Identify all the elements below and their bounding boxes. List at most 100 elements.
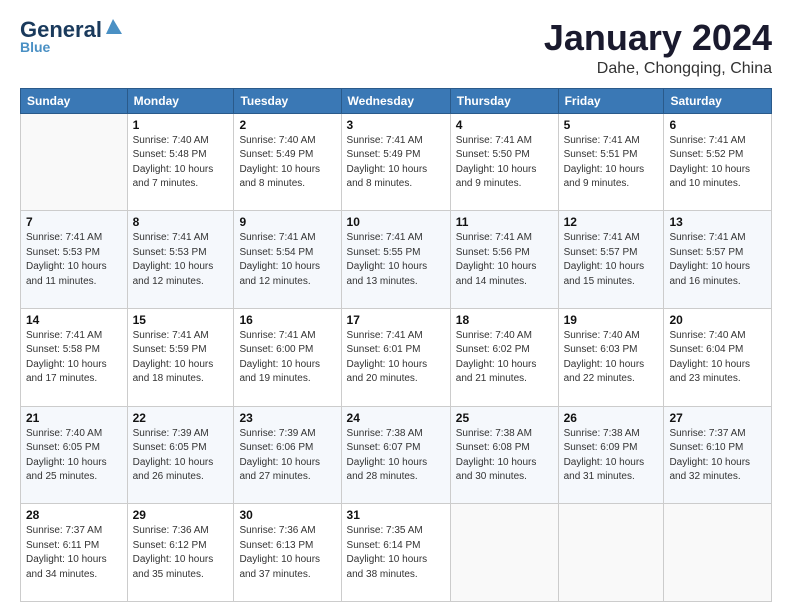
day-info: Sunrise: 7:39 AM Sunset: 6:05 PM Dayligh… bbox=[133, 427, 229, 485]
logo-blue: Blue bbox=[20, 39, 50, 55]
table-row: 12 Sunrise: 7:41 AM Sunset: 5:57 PM Dayli… bbox=[558, 211, 664, 309]
day-number: 27 bbox=[669, 411, 766, 425]
day-info: Sunrise: 7:39 AM Sunset: 6:06 PM Dayligh… bbox=[239, 427, 335, 485]
day-info: Sunrise: 7:41 AM Sunset: 6:00 PM Dayligh… bbox=[239, 329, 335, 387]
month-title: January 2024 bbox=[544, 18, 772, 58]
day-info: Sunrise: 7:38 AM Sunset: 6:07 PM Dayligh… bbox=[347, 427, 445, 485]
table-row: 2Sunrise: 7:40 AM Sunset: 5:49 PM Daylig… bbox=[234, 113, 341, 211]
day-number: 6 bbox=[669, 118, 766, 132]
day-number: 15 bbox=[133, 313, 229, 327]
day-number: 31 bbox=[347, 508, 445, 522]
table-row: 22 Sunrise: 7:39 AM Sunset: 6:05 PM Dayli… bbox=[127, 406, 234, 504]
table-row: 23 Sunrise: 7:39 AM Sunset: 6:06 PM Dayli… bbox=[234, 406, 341, 504]
day-info: Sunrise: 7:40 AM Sunset: 6:05 PM Dayligh… bbox=[26, 427, 122, 485]
day-info: Sunrise: 7:38 AM Sunset: 6:09 PM Dayligh… bbox=[564, 427, 659, 485]
logo: General Blue bbox=[20, 18, 122, 55]
day-number: 16 bbox=[239, 313, 335, 327]
calendar-table: Sunday Monday Tuesday Wednesday Thursday… bbox=[20, 88, 772, 602]
table-row: 16 Sunrise: 7:41 AM Sunset: 6:00 PM Dayli… bbox=[234, 308, 341, 406]
day-number: 7 bbox=[26, 215, 122, 229]
table-row bbox=[21, 113, 128, 211]
day-number: 24 bbox=[347, 411, 445, 425]
day-number: 18 bbox=[456, 313, 553, 327]
table-row: 9 Sunrise: 7:41 AM Sunset: 5:54 PM Daylig… bbox=[234, 211, 341, 309]
table-row: 30 Sunrise: 7:36 AM Sunset: 6:13 PM Dayli… bbox=[234, 504, 341, 602]
table-row: 29 Sunrise: 7:36 AM Sunset: 6:12 PM Dayli… bbox=[127, 504, 234, 602]
table-row: 24 Sunrise: 7:38 AM Sunset: 6:07 PM Dayli… bbox=[341, 406, 450, 504]
table-row: 5Sunrise: 7:41 AM Sunset: 5:51 PM Daylig… bbox=[558, 113, 664, 211]
header: General Blue January 2024 Dahe, Chongqin… bbox=[20, 18, 772, 78]
col-saturday: Saturday bbox=[664, 88, 772, 113]
day-number: 30 bbox=[239, 508, 335, 522]
day-number: 26 bbox=[564, 411, 659, 425]
day-info: Sunrise: 7:41 AM Sunset: 5:54 PM Dayligh… bbox=[239, 231, 335, 289]
day-number: 14 bbox=[26, 313, 122, 327]
table-row: 7 Sunrise: 7:41 AM Sunset: 5:53 PM Daylig… bbox=[21, 211, 128, 309]
table-row: 17Sunrise: 7:41 AM Sunset: 6:01 PM Dayli… bbox=[341, 308, 450, 406]
calendar-week-row: 1 Sunrise: 7:40 AM Sunset: 5:48 PM Daylig… bbox=[21, 113, 772, 211]
table-row bbox=[664, 504, 772, 602]
table-row: 28 Sunrise: 7:37 AM Sunset: 6:11 PM Dayli… bbox=[21, 504, 128, 602]
title-block: January 2024 Dahe, Chongqing, China bbox=[544, 18, 772, 78]
day-info: Sunrise: 7:41 AM Sunset: 5:51 PM Dayligh… bbox=[564, 134, 659, 192]
day-info: Sunrise: 7:40 AM Sunset: 6:03 PM Dayligh… bbox=[564, 329, 659, 387]
calendar-week-row: 14Sunrise: 7:41 AM Sunset: 5:58 PM Dayli… bbox=[21, 308, 772, 406]
day-info: Sunrise: 7:41 AM Sunset: 5:53 PM Dayligh… bbox=[133, 231, 229, 289]
table-row: 8 Sunrise: 7:41 AM Sunset: 5:53 PM Daylig… bbox=[127, 211, 234, 309]
day-info: Sunrise: 7:41 AM Sunset: 5:50 PM Dayligh… bbox=[456, 134, 553, 192]
table-row bbox=[450, 504, 558, 602]
day-info: Sunrise: 7:40 AM Sunset: 5:49 PM Dayligh… bbox=[239, 134, 335, 192]
day-number: 8 bbox=[133, 215, 229, 229]
day-info: Sunrise: 7:35 AM Sunset: 6:14 PM Dayligh… bbox=[347, 524, 445, 582]
day-number: 19 bbox=[564, 313, 659, 327]
day-number: 10 bbox=[347, 215, 445, 229]
table-row: 10 Sunrise: 7:41 AM Sunset: 5:55 PM Dayli… bbox=[341, 211, 450, 309]
calendar-header-row: Sunday Monday Tuesday Wednesday Thursday… bbox=[21, 88, 772, 113]
col-tuesday: Tuesday bbox=[234, 88, 341, 113]
day-number: 25 bbox=[456, 411, 553, 425]
table-row bbox=[558, 504, 664, 602]
col-sunday: Sunday bbox=[21, 88, 128, 113]
col-thursday: Thursday bbox=[450, 88, 558, 113]
day-number: 22 bbox=[133, 411, 229, 425]
day-info: Sunrise: 7:36 AM Sunset: 6:13 PM Dayligh… bbox=[239, 524, 335, 582]
table-row: 6Sunrise: 7:41 AM Sunset: 5:52 PM Daylig… bbox=[664, 113, 772, 211]
calendar-week-row: 28 Sunrise: 7:37 AM Sunset: 6:11 PM Dayli… bbox=[21, 504, 772, 602]
day-number: 11 bbox=[456, 215, 553, 229]
day-info: Sunrise: 7:41 AM Sunset: 5:57 PM Dayligh… bbox=[669, 231, 766, 289]
table-row: 1 Sunrise: 7:40 AM Sunset: 5:48 PM Daylig… bbox=[127, 113, 234, 211]
day-info: Sunrise: 7:40 AM Sunset: 6:04 PM Dayligh… bbox=[669, 329, 766, 387]
day-info: Sunrise: 7:41 AM Sunset: 5:57 PM Dayligh… bbox=[564, 231, 659, 289]
day-number: 4 bbox=[456, 118, 553, 132]
day-info: Sunrise: 7:41 AM Sunset: 5:59 PM Dayligh… bbox=[133, 329, 229, 387]
table-row: 26 Sunrise: 7:38 AM Sunset: 6:09 PM Dayli… bbox=[558, 406, 664, 504]
day-number: 28 bbox=[26, 508, 122, 522]
page: General Blue January 2024 Dahe, Chongqin… bbox=[0, 0, 792, 612]
table-row: 15 Sunrise: 7:41 AM Sunset: 5:59 PM Dayli… bbox=[127, 308, 234, 406]
day-info: Sunrise: 7:36 AM Sunset: 6:12 PM Dayligh… bbox=[133, 524, 229, 582]
col-wednesday: Wednesday bbox=[341, 88, 450, 113]
table-row: 21 Sunrise: 7:40 AM Sunset: 6:05 PM Dayli… bbox=[21, 406, 128, 504]
day-info: Sunrise: 7:37 AM Sunset: 6:10 PM Dayligh… bbox=[669, 427, 766, 485]
logo-icon bbox=[104, 18, 122, 34]
table-row: 25Sunrise: 7:38 AM Sunset: 6:08 PM Dayli… bbox=[450, 406, 558, 504]
day-number: 21 bbox=[26, 411, 122, 425]
table-row: 11 Sunrise: 7:41 AM Sunset: 5:56 PM Dayli… bbox=[450, 211, 558, 309]
day-info: Sunrise: 7:37 AM Sunset: 6:11 PM Dayligh… bbox=[26, 524, 122, 582]
day-number: 20 bbox=[669, 313, 766, 327]
day-info: Sunrise: 7:41 AM Sunset: 5:55 PM Dayligh… bbox=[347, 231, 445, 289]
day-number: 29 bbox=[133, 508, 229, 522]
table-row: 20 Sunrise: 7:40 AM Sunset: 6:04 PM Dayli… bbox=[664, 308, 772, 406]
location-title: Dahe, Chongqing, China bbox=[544, 60, 772, 78]
day-number: 1 bbox=[133, 118, 229, 132]
table-row: 14Sunrise: 7:41 AM Sunset: 5:58 PM Dayli… bbox=[21, 308, 128, 406]
day-number: 12 bbox=[564, 215, 659, 229]
day-number: 23 bbox=[239, 411, 335, 425]
day-info: Sunrise: 7:41 AM Sunset: 5:56 PM Dayligh… bbox=[456, 231, 553, 289]
day-info: Sunrise: 7:40 AM Sunset: 5:48 PM Dayligh… bbox=[133, 134, 229, 192]
day-info: Sunrise: 7:41 AM Sunset: 5:53 PM Dayligh… bbox=[26, 231, 122, 289]
day-number: 9 bbox=[239, 215, 335, 229]
day-info: Sunrise: 7:41 AM Sunset: 6:01 PM Dayligh… bbox=[347, 329, 445, 387]
calendar-week-row: 7 Sunrise: 7:41 AM Sunset: 5:53 PM Daylig… bbox=[21, 211, 772, 309]
table-row: 13Sunrise: 7:41 AM Sunset: 5:57 PM Dayli… bbox=[664, 211, 772, 309]
